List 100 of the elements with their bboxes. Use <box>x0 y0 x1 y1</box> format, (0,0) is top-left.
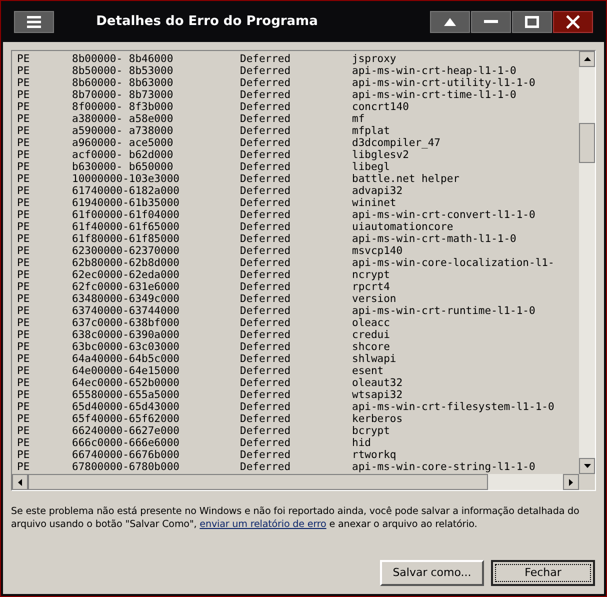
module-name: jsproxy <box>352 53 396 65</box>
module-type: PE <box>17 197 31 209</box>
address-range: 64a40000-64b5c000 <box>72 353 180 365</box>
load-status: Deferred <box>240 437 292 449</box>
address-range: 62ec0000-62eda000 <box>72 269 180 281</box>
module-type: PE <box>17 353 31 365</box>
load-status: Deferred <box>240 401 292 413</box>
close-button[interactable] <box>553 10 593 32</box>
address-range: 8b70000- 8b73000 <box>72 89 174 101</box>
address-range: 8b00000- 8b46000 <box>72 53 174 65</box>
module-type: PE <box>17 449 31 461</box>
module-name: ncrypt <box>352 269 390 281</box>
address-range: 8f00000- 8f3b000 <box>72 101 174 113</box>
module-type: PE <box>17 329 31 341</box>
menu-button[interactable] <box>14 10 54 32</box>
address-range: 63740000-63744000 <box>72 305 180 317</box>
arrow-down-icon <box>584 464 590 468</box>
save-as-button[interactable]: Salvar como... <box>380 560 484 586</box>
close-icon <box>566 14 580 28</box>
load-status: Deferred <box>240 173 292 185</box>
module-type: PE <box>17 53 31 65</box>
load-status: Deferred <box>240 353 292 365</box>
module-type: PE <box>17 173 31 185</box>
load-status: Deferred <box>240 365 292 377</box>
load-status: Deferred <box>240 209 292 221</box>
address-range: 63bc0000-63c03000 <box>72 341 180 353</box>
scrollbar-thumb[interactable] <box>28 474 488 490</box>
arrow-right-icon <box>569 478 573 486</box>
module-type: PE <box>17 377 31 389</box>
address-range: 61940000-61b35000 <box>72 197 180 209</box>
module-name: kerberos <box>352 413 403 425</box>
module-type: PE <box>17 401 31 413</box>
load-status: Deferred <box>240 113 292 125</box>
address-range: a590000- a738000 <box>72 125 174 137</box>
module-name: wininet <box>352 197 396 209</box>
module-name: api-ms-win-crt-convert-l1-1-0 <box>352 209 536 221</box>
module-type: PE <box>17 149 31 161</box>
load-status: Deferred <box>240 53 292 65</box>
load-status: Deferred <box>240 197 292 209</box>
address-range: 64e00000-64e15000 <box>72 365 180 377</box>
module-name: libglesv2 <box>352 149 409 161</box>
module-type: PE <box>17 389 31 401</box>
module-name: api-ms-win-crt-time-l1-1-0 <box>352 89 516 101</box>
module-name: d3dcompiler_47 <box>352 137 441 149</box>
load-status: Deferred <box>240 317 292 329</box>
close-dialog-button[interactable]: Fechar <box>491 560 595 586</box>
module-type: PE <box>17 305 31 317</box>
module-name: msvcp140 <box>352 245 403 257</box>
module-name: wtsapi32 <box>352 389 403 401</box>
triangle-up-icon <box>444 18 456 26</box>
address-range: 10000000-103e3000 <box>72 173 180 185</box>
vertical-scrollbar[interactable] <box>579 51 595 474</box>
module-name: rpcrt4 <box>352 281 390 293</box>
module-name: oleaut32 <box>352 377 403 389</box>
module-type: PE <box>17 437 31 449</box>
module-name: api-ms-win-crt-runtime-l1-1-0 <box>352 305 536 317</box>
module-name: shcore <box>352 341 390 353</box>
maximize-button[interactable] <box>512 10 552 32</box>
info-message: Se este problema não está presente no Windows e não foi reportado ainda, você pode salvar a informação detalhada do arquivo usando o botão "Salvar Como", enviar um relatório de erro e anexar o arquivo ao relatório. <box>11 505 580 531</box>
error-report-link[interactable]: enviar um relatório de erro <box>200 519 326 530</box>
module-name: uiautomationcore <box>352 221 454 233</box>
module-type: PE <box>17 365 31 377</box>
module-name: api-ms-win-crt-utility-l1-1-0 <box>352 77 536 89</box>
module-type: PE <box>17 269 31 281</box>
load-status: Deferred <box>240 329 292 341</box>
module-type: PE <box>17 137 31 149</box>
load-status: Deferred <box>240 161 292 173</box>
address-range: 64ec0000-652b0000 <box>72 377 180 389</box>
address-range: a380000- a58e000 <box>72 113 174 125</box>
module-type: PE <box>17 425 31 437</box>
module-type: PE <box>17 65 31 77</box>
load-status: Deferred <box>240 77 292 89</box>
module-type: PE <box>17 77 31 89</box>
load-status: Deferred <box>240 377 292 389</box>
module-type: PE <box>17 317 31 329</box>
address-range: 66740000-6676b000 <box>72 449 180 461</box>
module-name: api-ms-win-core-localization-l1- <box>352 257 554 269</box>
module-type: PE <box>17 221 31 233</box>
minimize-icon <box>484 20 498 23</box>
shade-button[interactable] <box>430 10 470 32</box>
module-name: mf <box>352 113 365 125</box>
module-type: PE <box>17 413 31 425</box>
load-status: Deferred <box>240 221 292 233</box>
load-status: Deferred <box>240 341 292 353</box>
load-status: Deferred <box>240 245 292 257</box>
module-type: PE <box>17 101 31 113</box>
module-name: version <box>352 293 396 305</box>
minimize-button[interactable] <box>471 10 511 32</box>
load-status: Deferred <box>240 125 292 137</box>
address-range: 62fc0000-631e6000 <box>72 281 180 293</box>
scrollbar-thumb[interactable] <box>579 123 595 163</box>
address-range: 62300000-62370000 <box>72 245 180 257</box>
horizontal-scrollbar[interactable] <box>12 474 595 490</box>
module-type: PE <box>17 281 31 293</box>
address-range: 61740000-6182a000 <box>72 185 180 197</box>
load-status: Deferred <box>240 89 292 101</box>
module-name: oleacc <box>352 317 390 329</box>
address-range: 638c0000-6390a000 <box>72 329 180 341</box>
address-range: acf0000- b62d000 <box>72 149 174 161</box>
module-name: shlwapi <box>352 353 396 365</box>
